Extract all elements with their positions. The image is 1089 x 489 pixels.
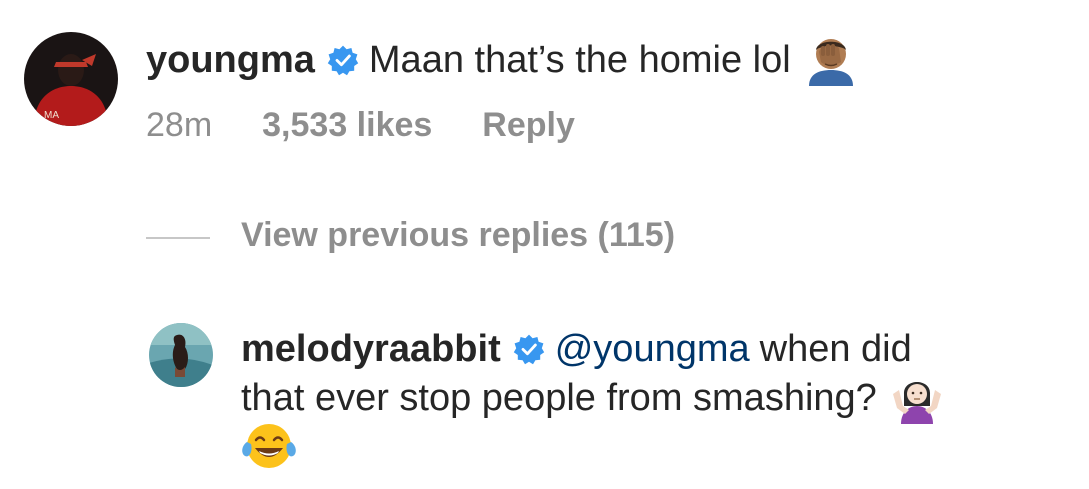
reply-line-2: that ever stop people from smashing? <box>241 372 943 424</box>
comment-text: Maan that’s the homie lol <box>368 38 791 81</box>
comment-meta: 28m 3,533 likes Reply <box>146 106 625 145</box>
tears-of-joy-emoji-icon <box>241 420 297 472</box>
comment-username[interactable]: youngma <box>146 39 315 82</box>
reply-username[interactable]: melodyraabbit <box>241 328 501 371</box>
verified-badge-icon <box>327 44 359 76</box>
avatar-melodyraabbit[interactable] <box>149 323 213 387</box>
replies-divider <box>146 237 210 239</box>
reply-button[interactable]: Reply <box>482 106 575 145</box>
avatar-image <box>149 323 213 387</box>
face-palm-emoji-icon <box>805 34 857 86</box>
reply-text-line-1: when did <box>759 327 912 370</box>
svg-text:MA: MA <box>44 110 59 121</box>
comment-line: youngma Maan that’s the homie lol <box>146 34 857 86</box>
comment-time: 28m <box>146 106 213 144</box>
comment-likes[interactable]: 3,533 likes <box>262 106 432 145</box>
reply-text-line-2: that ever stop people from smashing? <box>241 376 877 419</box>
verified-badge-icon <box>513 333 545 365</box>
shrug-emoji-icon <box>891 372 943 424</box>
view-previous-replies-button[interactable]: View previous replies (115) <box>241 216 675 255</box>
avatar-youngma[interactable]: MA <box>24 32 118 126</box>
reply-mention-link[interactable]: @youngma <box>555 328 750 371</box>
avatar-image: MA <box>24 32 118 126</box>
reply-line-1: melodyraabbit @youngma when did <box>241 325 912 373</box>
